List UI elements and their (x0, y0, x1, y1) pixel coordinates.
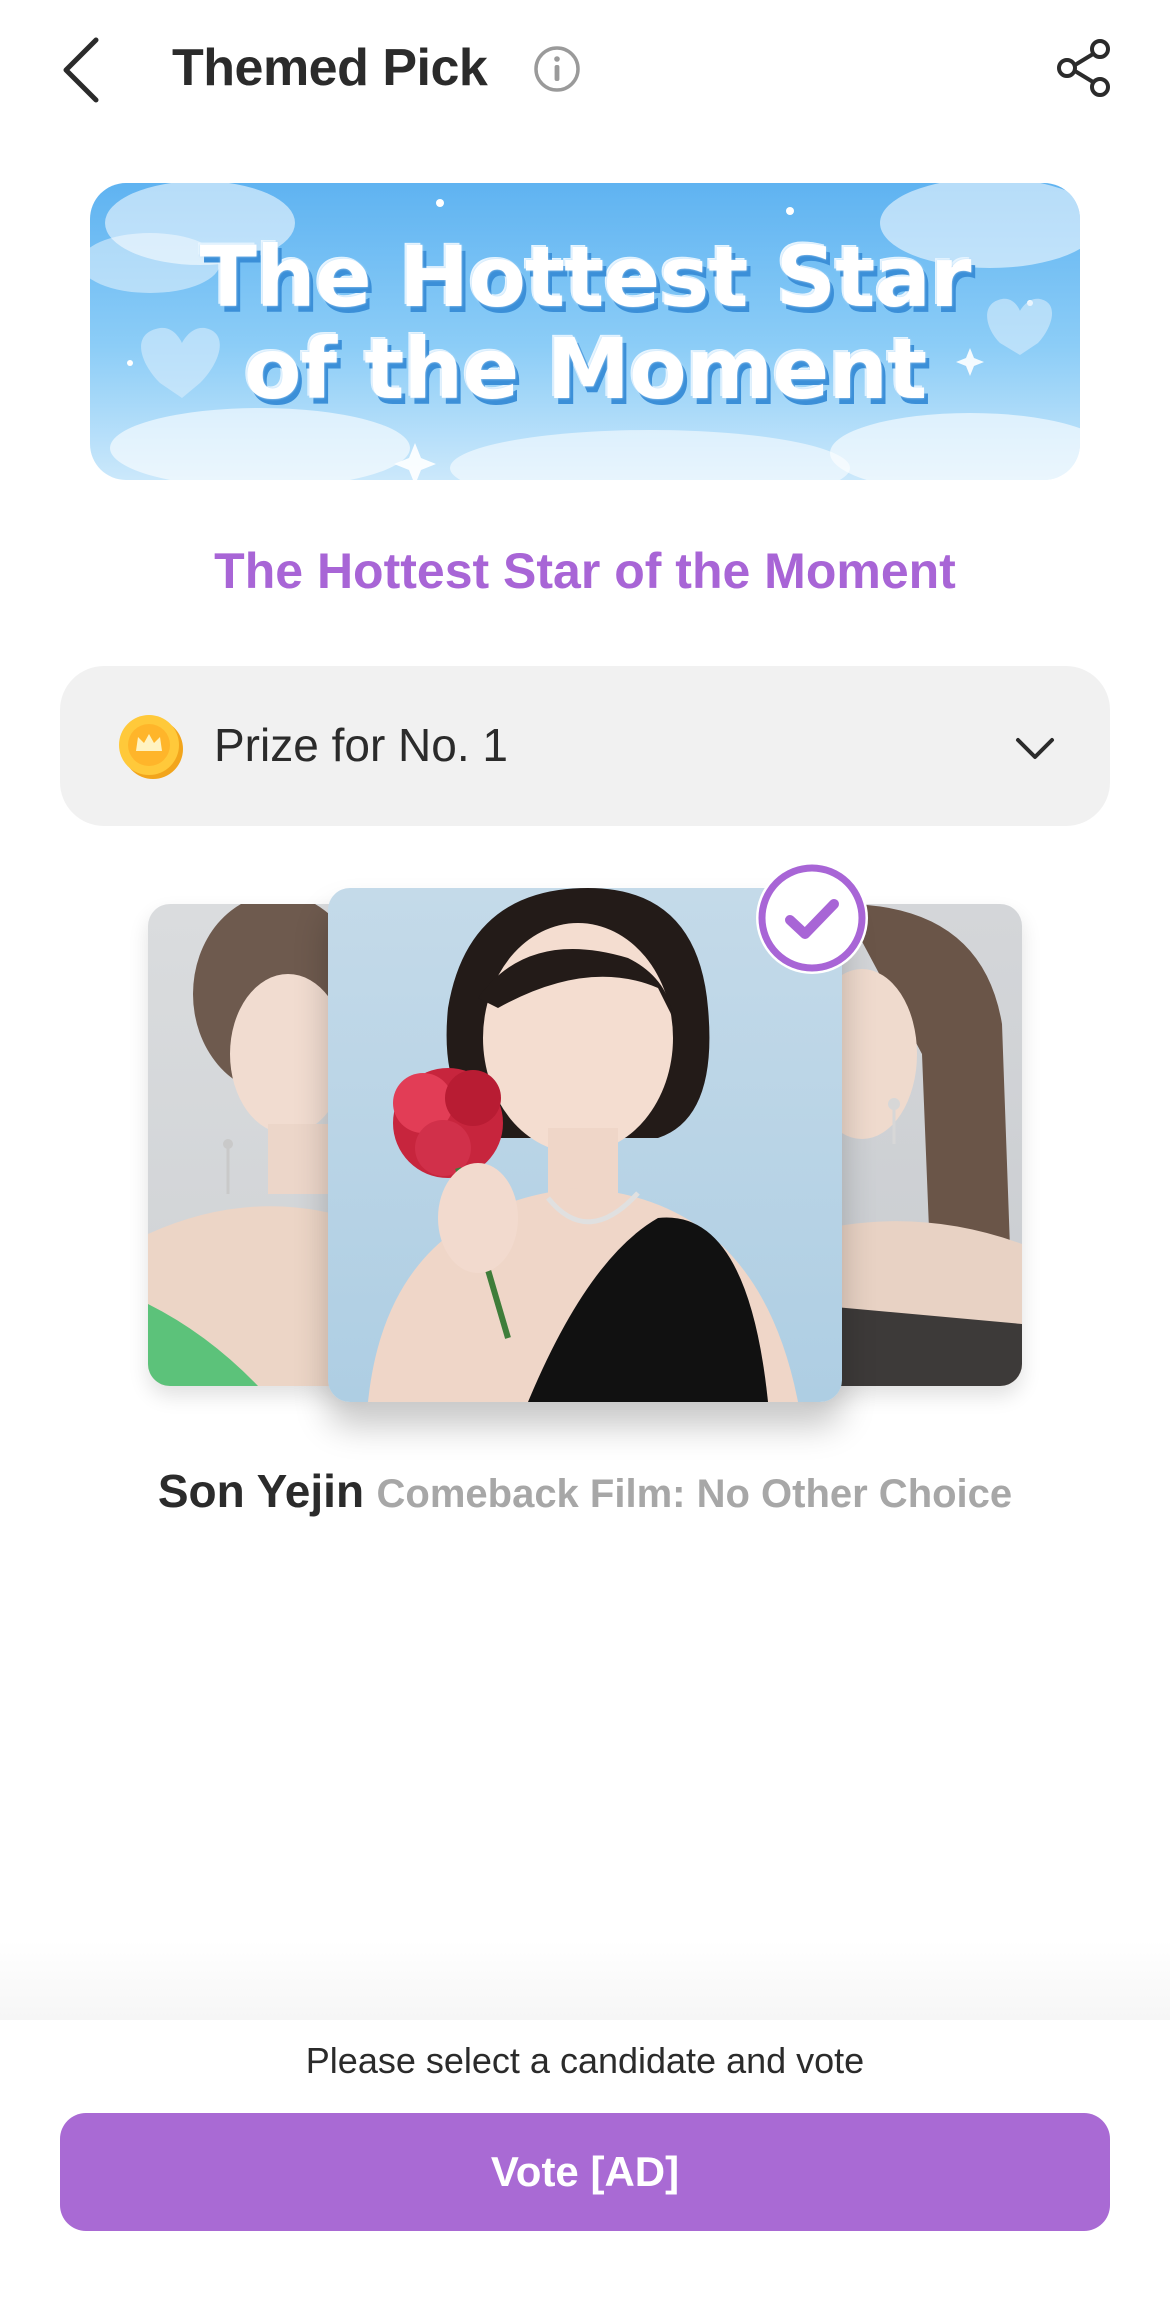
prize-label: Prize for No. 1 (214, 719, 508, 771)
banner-line-1: The Hottest Star (199, 228, 972, 326)
prize-dropdown[interactable]: Prize for No. 1 (60, 666, 1110, 826)
event-title: The Hottest Star of the Moment (214, 543, 956, 599)
chevron-down-icon (1016, 738, 1054, 759)
banner-headline: The Hottest Star of the Moment (90, 231, 1080, 415)
footer-shadow (0, 1940, 1170, 2020)
chevron-left-icon (63, 37, 99, 103)
info-button[interactable] (532, 44, 582, 94)
info-icon (534, 46, 580, 92)
candidate-description: Comeback Film: No Other Choice (376, 1472, 1013, 1516)
vote-button[interactable]: Vote [AD] (60, 2113, 1110, 2231)
page-title: Themed Pick (172, 39, 488, 97)
header: Themed Pick (0, 0, 1170, 140)
back-button[interactable] (52, 30, 112, 110)
themed-pick-screen: Themed Pick The Hottest Star of the Mome… (0, 0, 1170, 2323)
candidate-caption: Son Yejin Comeback Film: No Other Choice (0, 1464, 1170, 1518)
share-icon (1057, 39, 1110, 97)
banner-line-2: of the Moment (243, 320, 927, 418)
vote-prompt: Please select a candidate and vote (305, 2040, 865, 2081)
check-circle-icon[interactable] (752, 858, 872, 978)
coin-icon (119, 715, 183, 779)
event-banner: The Hottest Star of the Moment (90, 183, 1080, 480)
share-button[interactable] (1052, 36, 1116, 100)
candidate-name: Son Yejin (157, 1465, 365, 1517)
